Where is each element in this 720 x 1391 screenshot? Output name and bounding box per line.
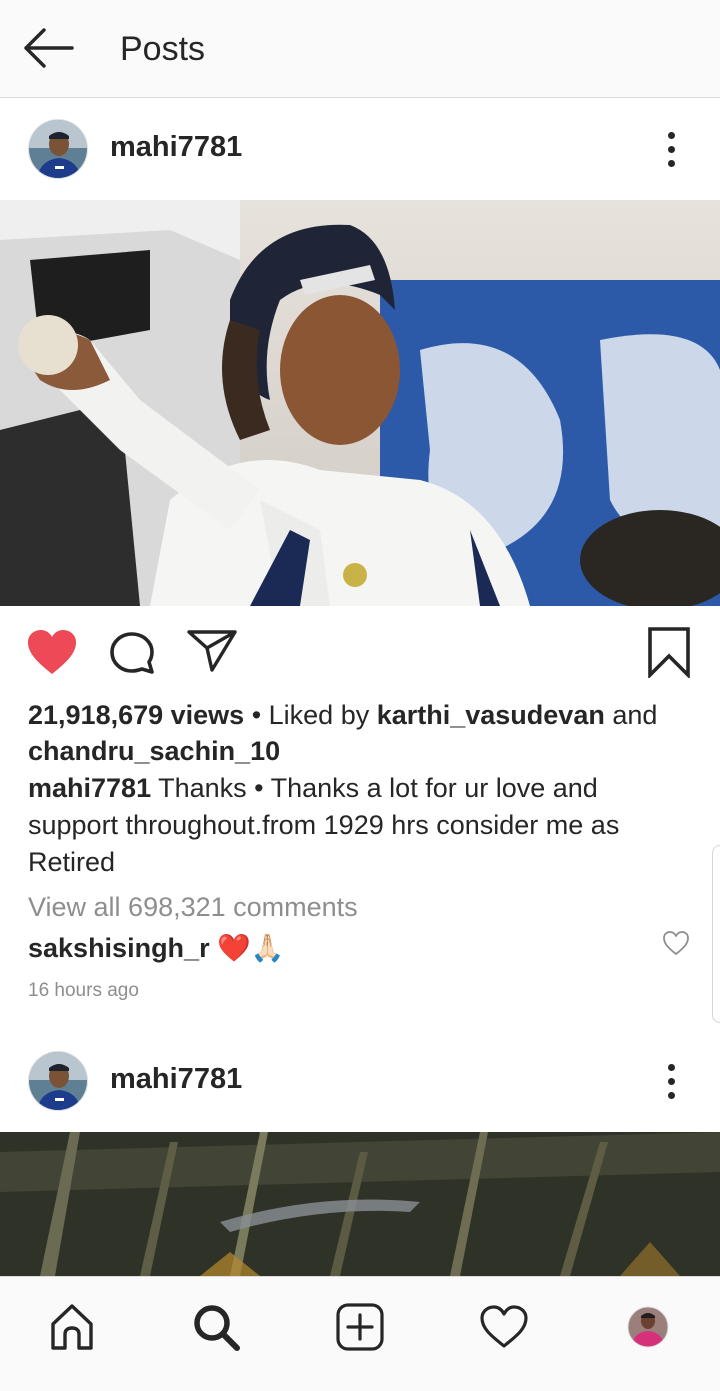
- avatar[interactable]: [28, 1051, 88, 1111]
- back-button[interactable]: [20, 26, 76, 70]
- bookmark-icon: [648, 627, 690, 680]
- save-button[interactable]: [646, 626, 692, 683]
- more-options-button[interactable]: [650, 121, 692, 177]
- more-dots-icon: [667, 1063, 675, 1071]
- post-caption: mahi7781 Thanks • Thanks a lot for ur lo…: [28, 770, 688, 881]
- heart-outline-icon: [663, 931, 689, 955]
- post-actions: [0, 606, 720, 696]
- post-image[interactable]: [0, 1132, 720, 1276]
- liked-by-user[interactable]: chandru_sachin_10: [28, 736, 280, 766]
- nav-profile[interactable]: [618, 1299, 678, 1355]
- comment-button[interactable]: [108, 630, 156, 681]
- post-username[interactable]: mahi7781: [110, 1063, 242, 1096]
- comment-text: ❤️🙏🏻: [217, 933, 285, 963]
- avatar[interactable]: [28, 119, 88, 179]
- share-button[interactable]: [186, 628, 238, 679]
- comment-row: sakshisingh_r ❤️🙏🏻: [28, 930, 648, 966]
- add-icon: [336, 1303, 384, 1351]
- search-icon: [194, 1305, 240, 1351]
- top-bar: Posts: [0, 0, 720, 98]
- post-timestamp: 16 hours ago: [28, 980, 139, 1001]
- views-count[interactable]: 21,918,679 views: [28, 700, 244, 730]
- comment-like-button[interactable]: [662, 930, 690, 961]
- view-all-comments-link[interactable]: View all 698,321 comments: [28, 889, 688, 925]
- profile-avatar: [627, 1306, 669, 1348]
- heart-filled-icon: [28, 630, 76, 674]
- more-options-button[interactable]: [650, 1053, 692, 1109]
- comment-icon: [110, 632, 154, 674]
- home-icon: [51, 1304, 93, 1350]
- bottom-nav: [0, 1276, 720, 1391]
- nav-search[interactable]: [186, 1299, 246, 1355]
- likes-summary: 21,918,679 views • Liked by karthi_vasud…: [28, 697, 688, 769]
- like-button[interactable]: [26, 628, 78, 681]
- liked-by-prefix: • Liked by: [244, 700, 377, 730]
- post-username[interactable]: mahi7781: [110, 131, 242, 164]
- comment-username[interactable]: sakshisingh_r: [28, 933, 210, 963]
- arrow-left-icon: [24, 28, 74, 68]
- post-image[interactable]: [0, 200, 720, 606]
- liked-by-and: and: [604, 700, 658, 730]
- page-title: Posts: [120, 30, 206, 68]
- nav-home[interactable]: [42, 1299, 102, 1355]
- more-dots-icon: [667, 131, 675, 139]
- post-header: mahi7781: [0, 1031, 720, 1131]
- heart-icon: [480, 1305, 528, 1348]
- nav-activity[interactable]: [474, 1299, 534, 1355]
- nav-add[interactable]: [330, 1299, 390, 1355]
- liked-by-user[interactable]: karthi_vasudevan: [377, 700, 605, 730]
- send-icon: [187, 630, 237, 672]
- scroll-handle[interactable]: [712, 845, 720, 1023]
- post-header: mahi7781: [0, 99, 720, 199]
- caption-username[interactable]: mahi7781: [28, 773, 151, 803]
